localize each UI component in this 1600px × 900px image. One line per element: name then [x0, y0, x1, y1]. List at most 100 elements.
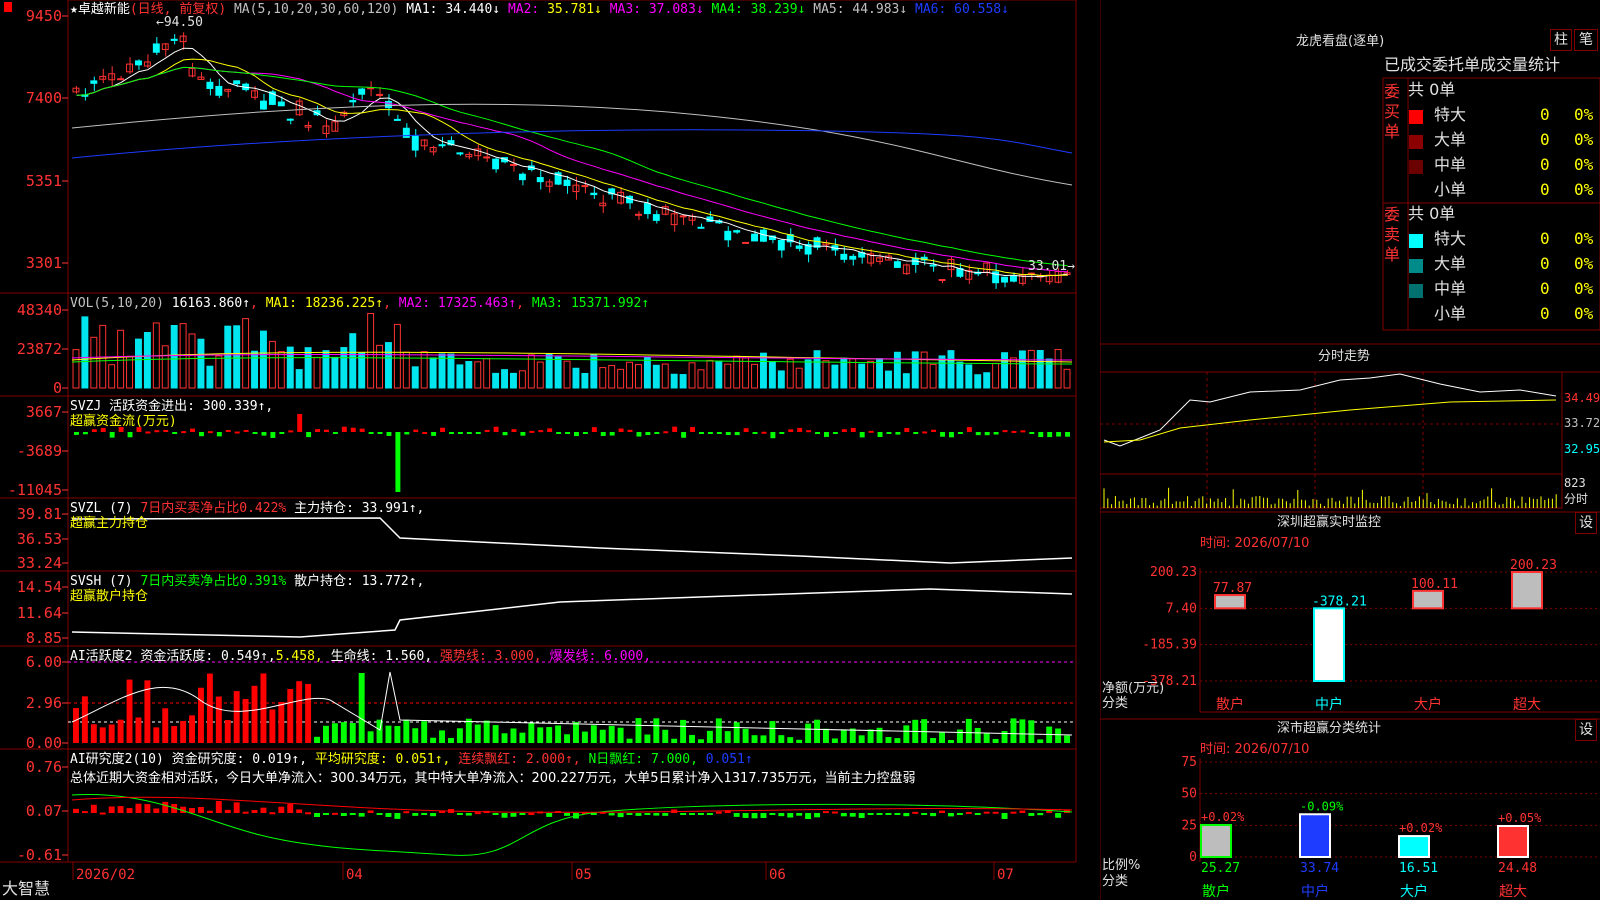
volume-bar	[465, 361, 473, 389]
fund-flow-bar	[618, 428, 624, 432]
sz-x-label: 中户	[1315, 696, 1343, 713]
fund-flow-bar	[565, 432, 570, 434]
ss-bar-change: +0.02%	[1201, 810, 1245, 824]
activity-bar	[224, 720, 231, 743]
activity-bar	[689, 734, 695, 743]
research-bar	[90, 804, 97, 813]
svzl-sub: 超赢主力持仓	[70, 516, 149, 531]
fund-flow-bar	[779, 432, 785, 434]
activity-bar	[73, 708, 79, 743]
research-bar	[528, 812, 535, 815]
candle	[590, 192, 598, 196]
retail-holding-line	[71, 588, 1073, 638]
buy-row-name: 特大	[1434, 105, 1467, 124]
ma1-label: MA1:	[406, 2, 446, 17]
brand-label: 大智慧	[2, 879, 51, 898]
star-icon[interactable]: ★	[70, 2, 78, 17]
fs-unit: 分时	[1564, 492, 1589, 506]
bar-view-button[interactable]: 柱	[1550, 29, 1572, 51]
ss-y-tick: 75	[1181, 755, 1197, 770]
research-bar	[635, 813, 642, 816]
research-bar	[903, 813, 910, 817]
volume-bar	[393, 323, 401, 389]
volume-bar	[349, 333, 357, 389]
fund-flow-bar	[984, 432, 990, 436]
research-bar	[465, 813, 472, 816]
activity-bar	[840, 729, 847, 743]
research-bar	[126, 808, 133, 813]
research-bar	[456, 813, 463, 816]
fund-flow-bar	[975, 432, 981, 436]
candle	[643, 203, 651, 215]
ma6-line	[71, 129, 1073, 159]
volume-bar	[536, 361, 544, 389]
candle	[456, 152, 464, 155]
ai2-label5: 0.051↑	[705, 752, 753, 767]
low-label: 33.01→	[1028, 259, 1075, 274]
research-bar	[814, 813, 820, 818]
fund-flow-bar	[431, 432, 437, 436]
activity-bar	[1019, 719, 1026, 743]
fund-flow-bar	[1065, 432, 1070, 437]
fs-avg-line	[1103, 399, 1557, 443]
ss-bar	[1497, 824, 1529, 859]
fund-flow-bar	[743, 428, 749, 432]
volume-bar	[608, 365, 616, 389]
research-bar	[706, 813, 713, 815]
candle	[233, 80, 241, 85]
sell-row-count: 0	[1540, 254, 1550, 273]
volume-bar	[295, 369, 303, 389]
activity-bar	[573, 722, 579, 743]
ss-settings-button[interactable]: 设	[1575, 719, 1597, 741]
volume-bar	[572, 367, 580, 389]
activity-bar	[430, 737, 437, 743]
candle	[840, 253, 848, 260]
sz-bar-label: 77.87	[1213, 581, 1252, 596]
volume-bar	[858, 363, 866, 389]
menu-icon[interactable]	[4, 2, 12, 12]
ai1-label2: 5.458,	[275, 649, 323, 664]
research-bar	[689, 813, 695, 815]
sz-bar	[1412, 589, 1444, 610]
candle	[215, 85, 223, 96]
svzj-label: 活跃资金进出: 300.339↑,	[109, 399, 274, 414]
activity-bar	[787, 737, 794, 743]
activity-bar	[635, 718, 642, 743]
volume-bar	[170, 324, 178, 389]
tick-view-button[interactable]: 笔	[1574, 29, 1598, 51]
research-bar	[849, 813, 856, 817]
buy-row-name: 中单	[1434, 155, 1467, 174]
research-bar	[251, 810, 258, 813]
fund-flow-bar	[216, 432, 222, 437]
activity-bar	[948, 739, 954, 743]
chart-mode[interactable]: (日线, 前复权)	[130, 2, 226, 17]
fund-flow-bar	[377, 432, 383, 434]
volume-bar	[581, 372, 589, 389]
sell-swatch-icon	[1409, 234, 1423, 248]
ai1-label4: 强势线: 3.000,	[440, 649, 542, 664]
volume-bar	[643, 356, 651, 389]
ss-x-label: 中户	[1301, 883, 1329, 900]
fund-flow-bar	[529, 430, 535, 433]
volume-bar	[322, 350, 330, 389]
volume-bar	[617, 368, 625, 389]
ma-values: MA1: 34.440↓ MA2: 35.781↓ MA3: 37.083↓ M…	[406, 2, 1009, 17]
candle	[152, 43, 160, 53]
sz-settings-button[interactable]: 设	[1575, 512, 1597, 534]
buy-row-pct: 0%	[1574, 105, 1594, 124]
activity-bar	[965, 718, 972, 743]
fund-flow-bar	[199, 432, 204, 437]
activity-bar	[617, 727, 624, 743]
research-bar	[198, 806, 204, 813]
candle	[188, 67, 196, 77]
activity-bar	[930, 738, 937, 743]
volume-bar	[224, 325, 232, 389]
research-bar	[412, 813, 419, 816]
research-bar	[626, 813, 633, 815]
research-bar	[805, 813, 812, 819]
vol-y-tick: 48340	[17, 301, 62, 319]
fund-flow-bar	[163, 429, 169, 432]
fund-flow-bar	[404, 432, 410, 435]
research-bar	[823, 811, 829, 814]
activity-bar	[1010, 718, 1017, 743]
